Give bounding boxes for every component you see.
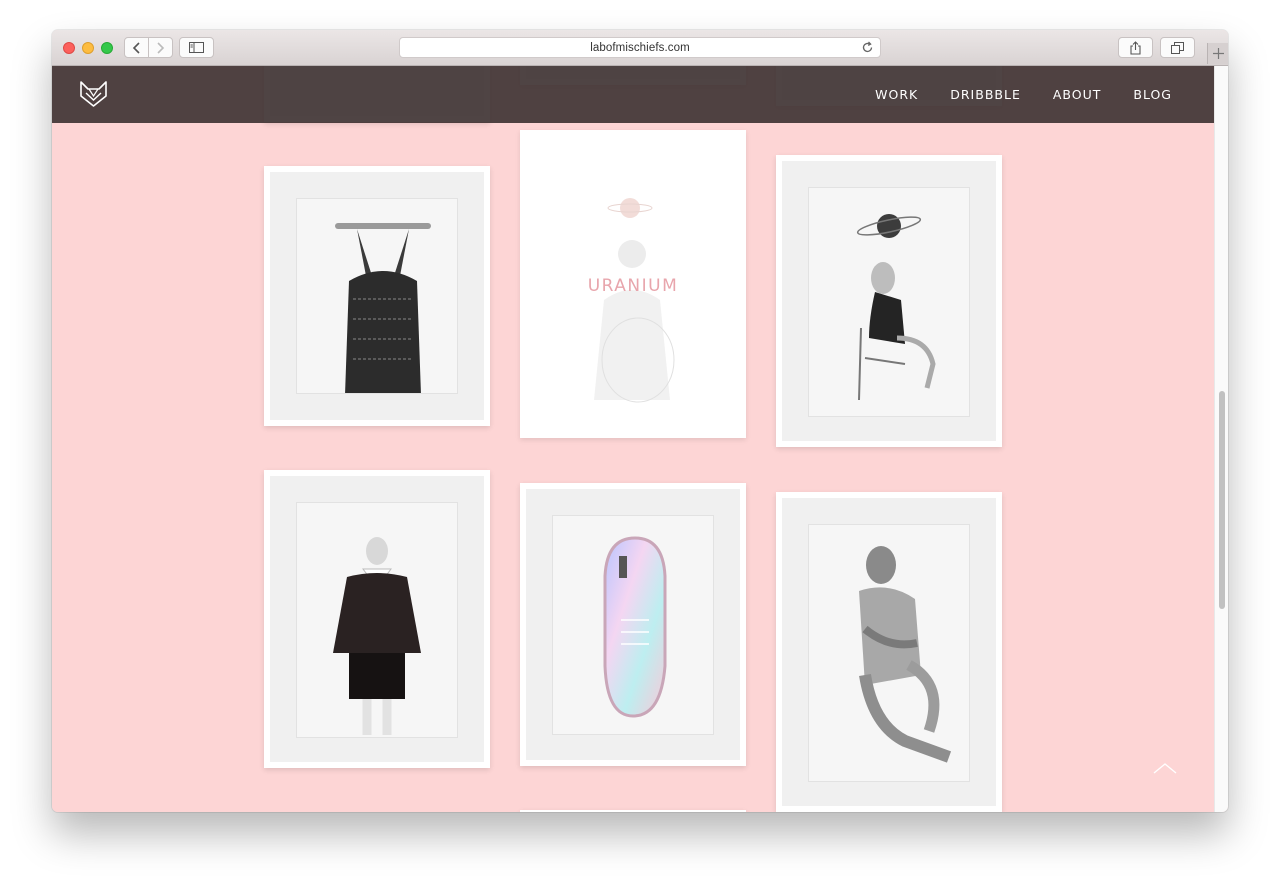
chevron-up-icon[interactable] <box>1152 761 1178 775</box>
featured-project-title: URANIUM <box>587 276 679 296</box>
artwork-card-figure-holding-tray[interactable] <box>264 166 490 426</box>
close-window-button[interactable] <box>63 42 75 54</box>
featured-project-card[interactable]: URANIUM <box>520 130 746 438</box>
browser-window: labofmischiefs.com URANIUM WORK DRIBBBLE… <box>52 30 1228 812</box>
zoom-window-button[interactable] <box>101 42 113 54</box>
share-icon <box>1130 40 1141 55</box>
url-text: labofmischiefs.com <box>590 41 690 54</box>
forward-button[interactable] <box>148 38 172 57</box>
sidebar-icon <box>189 42 204 53</box>
artwork-illustration <box>333 537 421 735</box>
artwork-illustration <box>856 214 936 401</box>
show-tabs-button[interactable] <box>1160 37 1195 58</box>
page-content: URANIUM WORK DRIBBBLE ABOUT BLOG <box>52 66 1214 812</box>
artwork-illustration <box>603 536 667 718</box>
nav-dribbble[interactable]: DRIBBBLE <box>950 87 1021 102</box>
new-tab-button[interactable] <box>1207 43 1228 64</box>
nav-blog[interactable]: BLOG <box>1133 87 1172 102</box>
artwork-card-woman-in-cape[interactable] <box>264 470 490 768</box>
chevron-left-icon <box>133 41 140 54</box>
nav-work[interactable]: WORK <box>875 87 918 102</box>
share-button[interactable] <box>1118 37 1153 58</box>
address-bar[interactable]: labofmischiefs.com <box>399 37 881 58</box>
main-nav: WORK DRIBBBLE ABOUT BLOG <box>875 66 1172 123</box>
back-button[interactable] <box>125 38 148 57</box>
browser-toolbar: labofmischiefs.com <box>52 30 1228 66</box>
minimize-window-button[interactable] <box>82 42 94 54</box>
plus-icon <box>1212 48 1224 59</box>
scrollbar-thumb[interactable] <box>1219 391 1225 609</box>
nav-about[interactable]: ABOUT <box>1053 87 1102 102</box>
history-nav-group <box>124 37 173 58</box>
artwork-card-woman-on-chair[interactable] <box>776 155 1002 447</box>
artwork-illustration <box>335 223 431 395</box>
artwork-card-holographic-shoe[interactable] <box>520 483 746 766</box>
artwork-illustration <box>859 546 952 763</box>
reload-icon[interactable] <box>861 41 874 54</box>
site-header: WORK DRIBBBLE ABOUT BLOG <box>52 66 1214 123</box>
fox-logo-icon[interactable] <box>79 80 108 108</box>
artwork-card-crouching-woman[interactable] <box>776 492 1002 812</box>
tabs-icon <box>1171 41 1184 54</box>
chevron-right-icon <box>157 41 165 54</box>
artwork-card[interactable] <box>520 810 746 812</box>
page-scrollbar[interactable] <box>1214 66 1228 812</box>
sidebar-toggle-button[interactable] <box>179 37 214 58</box>
